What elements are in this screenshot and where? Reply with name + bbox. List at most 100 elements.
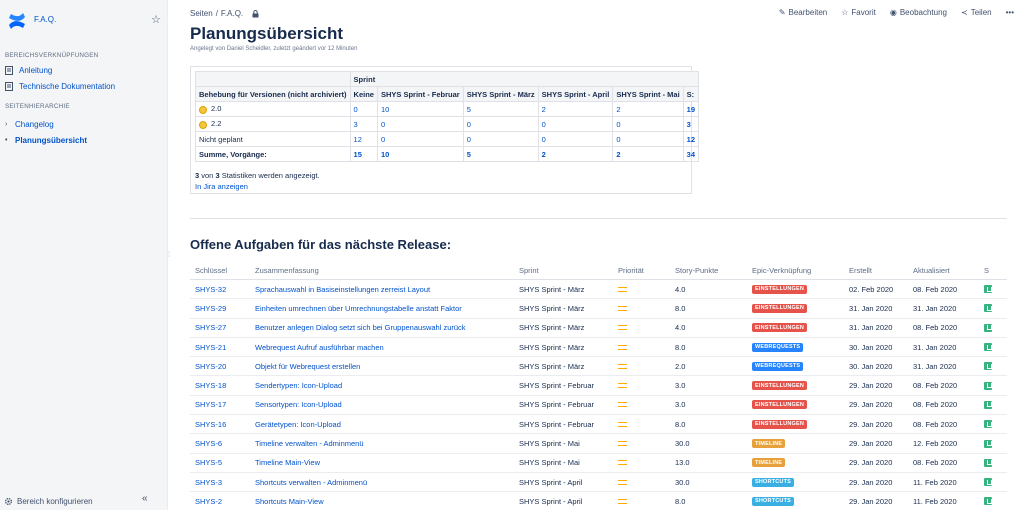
epic-link-lozenge[interactable]: SHORTCUTS — [752, 477, 795, 487]
chevron-right-icon[interactable]: › — [5, 121, 13, 128]
issue-summary-link[interactable]: Sensortypen: Icon-Upload — [255, 400, 342, 409]
issue-key-link[interactable]: SHYS-3 — [195, 478, 222, 487]
document-icon — [5, 65, 13, 75]
epic-link-lozenge[interactable]: EINSTELLUNGEN — [752, 284, 808, 294]
stat-cell: 2 — [612, 101, 684, 117]
stat-count-link[interactable]: 12 — [687, 135, 695, 144]
issue-key-link[interactable]: SHYS-16 — [195, 420, 226, 429]
col-header-status[interactable]: S — [984, 266, 989, 275]
col-header-epic-link[interactable]: Epic-Verknüpfung — [752, 266, 811, 275]
col-header-summary[interactable]: Zusammenfassung — [255, 266, 319, 275]
epic-link-lozenge[interactable]: EINSTELLUNGEN — [752, 303, 808, 313]
col-header-priority[interactable]: Priorität — [618, 266, 644, 275]
favorite-label: Favorit — [851, 8, 876, 17]
issue-key-link[interactable]: SHYS-5 — [195, 458, 222, 467]
share-button[interactable]: ≺ Teilen — [961, 8, 992, 17]
stat-count-link[interactable]: 19 — [687, 105, 695, 114]
configure-space-button[interactable]: Bereich konfigurieren — [4, 495, 164, 507]
stat-count-link[interactable]: 0 — [616, 120, 620, 129]
lock-icon[interactable] — [252, 9, 259, 18]
col-header-created[interactable]: Erstellt — [849, 266, 872, 275]
stat-count-link[interactable]: 0 — [381, 120, 385, 129]
col-header-story-points[interactable]: Story-Punkte — [675, 266, 718, 275]
sidebar-link-technische-dokumentation[interactable]: Technische Dokumentation — [5, 79, 163, 93]
favorite-button[interactable]: ☆ Favorit — [841, 8, 876, 17]
star-icon[interactable]: ☆ — [151, 14, 163, 26]
epic-link-lozenge[interactable]: TIMELINE — [752, 458, 786, 468]
stat-count-link[interactable]: 0 — [542, 135, 546, 144]
breadcrumb-space[interactable]: F.A.Q. — [221, 9, 243, 18]
stat-count-link[interactable]: 0 — [354, 105, 358, 114]
edit-button[interactable]: ✎ Bearbeiten — [779, 8, 827, 17]
priority-medium-icon — [618, 479, 627, 485]
breadcrumb-pages[interactable]: Seiten — [190, 9, 213, 18]
stat-count-link[interactable]: 0 — [467, 135, 471, 144]
view-in-jira-link[interactable]: In Jira anzeigen — [195, 182, 248, 191]
issue-key-link[interactable]: SHYS-17 — [195, 400, 226, 409]
issue-summary-link[interactable]: Sendertypen: Icon-Upload — [255, 381, 342, 390]
stat-sum-link[interactable]: 2 — [542, 150, 546, 159]
issue-key-link[interactable]: SHYS-18 — [195, 381, 226, 390]
sidebar-tree-changelog[interactable]: › Changelog — [5, 117, 163, 131]
stat-count-link[interactable]: 2 — [542, 105, 546, 114]
stat-count-link[interactable]: 2 — [616, 105, 620, 114]
issue-summary-link[interactable]: Webrequest Aufruf ausführbar machen — [255, 343, 384, 352]
issue-summary-link[interactable]: Sprachauswahl in Basiseinstellungen zerr… — [255, 285, 430, 294]
stat-sum-link[interactable]: 34 — [687, 150, 695, 159]
issue-summary-link[interactable]: Shortcuts verwalten - Adminmenü — [255, 478, 367, 487]
col-header-updated[interactable]: Aktualisiert — [913, 266, 950, 275]
stat-sum-link[interactable]: 15 — [354, 150, 362, 159]
issue-summary-link[interactable]: Gerätetypen: Icon-Upload — [255, 420, 341, 429]
stat-sum-link[interactable]: 2 — [616, 150, 620, 159]
stat-count-link[interactable]: 5 — [467, 105, 471, 114]
stat-count-link[interactable]: 3 — [687, 120, 691, 129]
epic-link-lozenge[interactable]: EINSTELLUNGEN — [752, 381, 808, 391]
epic-link-lozenge[interactable]: WEBREQUESTS — [752, 361, 804, 371]
epic-link-lozenge[interactable]: EINSTELLUNGEN — [752, 400, 808, 410]
watch-button[interactable]: ◉ Beobachtung — [890, 8, 947, 17]
stat-count-link[interactable]: 12 — [354, 135, 362, 144]
stat-count-link[interactable]: 3 — [354, 120, 358, 129]
sidebar-resize-handle[interactable]: ⁞ — [168, 250, 172, 260]
collapse-sidebar-button[interactable]: « — [142, 493, 148, 504]
col-header-key[interactable]: Schlüssel — [195, 266, 227, 275]
sidebar-tree-planungsuebersicht[interactable]: • Planungsübersicht — [5, 133, 163, 147]
space-name[interactable]: F.A.Q. — [34, 15, 56, 24]
stat-sum-row: Summe, Vorgänge: 15 10 5 2 2 34 — [195, 146, 700, 162]
epic-link-lozenge[interactable]: TIMELINE — [752, 439, 786, 449]
issue-summary-link[interactable]: Benutzer anlegen Dialog setzt sich bei G… — [255, 323, 466, 332]
issue-key-link[interactable]: SHYS-32 — [195, 285, 226, 294]
more-actions-button[interactable]: ••• — [1006, 8, 1014, 17]
epic-link-lozenge[interactable]: EINSTELLUNGEN — [752, 323, 808, 333]
epic-link-lozenge[interactable]: SHORTCUTS — [752, 496, 795, 506]
sidebar-link-anleitung[interactable]: Anleitung — [5, 63, 163, 77]
issue-key-link[interactable]: SHYS-2 — [195, 497, 222, 506]
section-title-links: BEREICHSVERKNÜPFUNGEN — [5, 52, 99, 59]
col-header-sprint[interactable]: Sprint — [519, 266, 539, 275]
stat-count-link[interactable]: 0 — [381, 135, 385, 144]
stat-count-link[interactable]: 0 — [616, 135, 620, 144]
issue-key-link[interactable]: SHYS-21 — [195, 343, 226, 352]
stat-count-link[interactable]: 10 — [381, 105, 389, 114]
issue-summary-link[interactable]: Timeline Main-View — [255, 458, 320, 467]
stat-count-link[interactable]: 0 — [542, 120, 546, 129]
issue-summary-link[interactable]: Timeline verwalten - Adminmenü — [255, 439, 364, 448]
stat-sum-link[interactable]: 10 — [381, 150, 389, 159]
issue-key-link[interactable]: SHYS-27 — [195, 323, 226, 332]
issue-summary-link[interactable]: Einheiten umrechnen über Umrechnungstabe… — [255, 304, 462, 313]
issue-summary-link[interactable]: Shortcuts Main-View — [255, 497, 324, 506]
issue-summary-link[interactable]: Objekt für Webrequest erstellen — [255, 362, 360, 371]
stat-row-label: 2.2 — [195, 116, 351, 132]
issue-key-link[interactable]: SHYS-29 — [195, 304, 226, 313]
issue-key-link[interactable]: SHYS-6 — [195, 439, 222, 448]
issue-key-link[interactable]: SHYS-20 — [195, 362, 226, 371]
stat-sum-link[interactable]: 5 — [467, 150, 471, 159]
priority-medium-icon — [618, 325, 627, 331]
status-icon — [984, 362, 992, 371]
space-header[interactable]: F.A.Q. ☆ — [6, 10, 166, 34]
status-icon — [984, 497, 992, 506]
epic-link-lozenge[interactable]: EINSTELLUNGEN — [752, 419, 808, 429]
issue-row: SHYS-20 Objekt für Webrequest erstellen SH… — [190, 357, 1007, 377]
epic-link-lozenge[interactable]: WEBREQUESTS — [752, 342, 804, 352]
stat-count-link[interactable]: 0 — [467, 120, 471, 129]
